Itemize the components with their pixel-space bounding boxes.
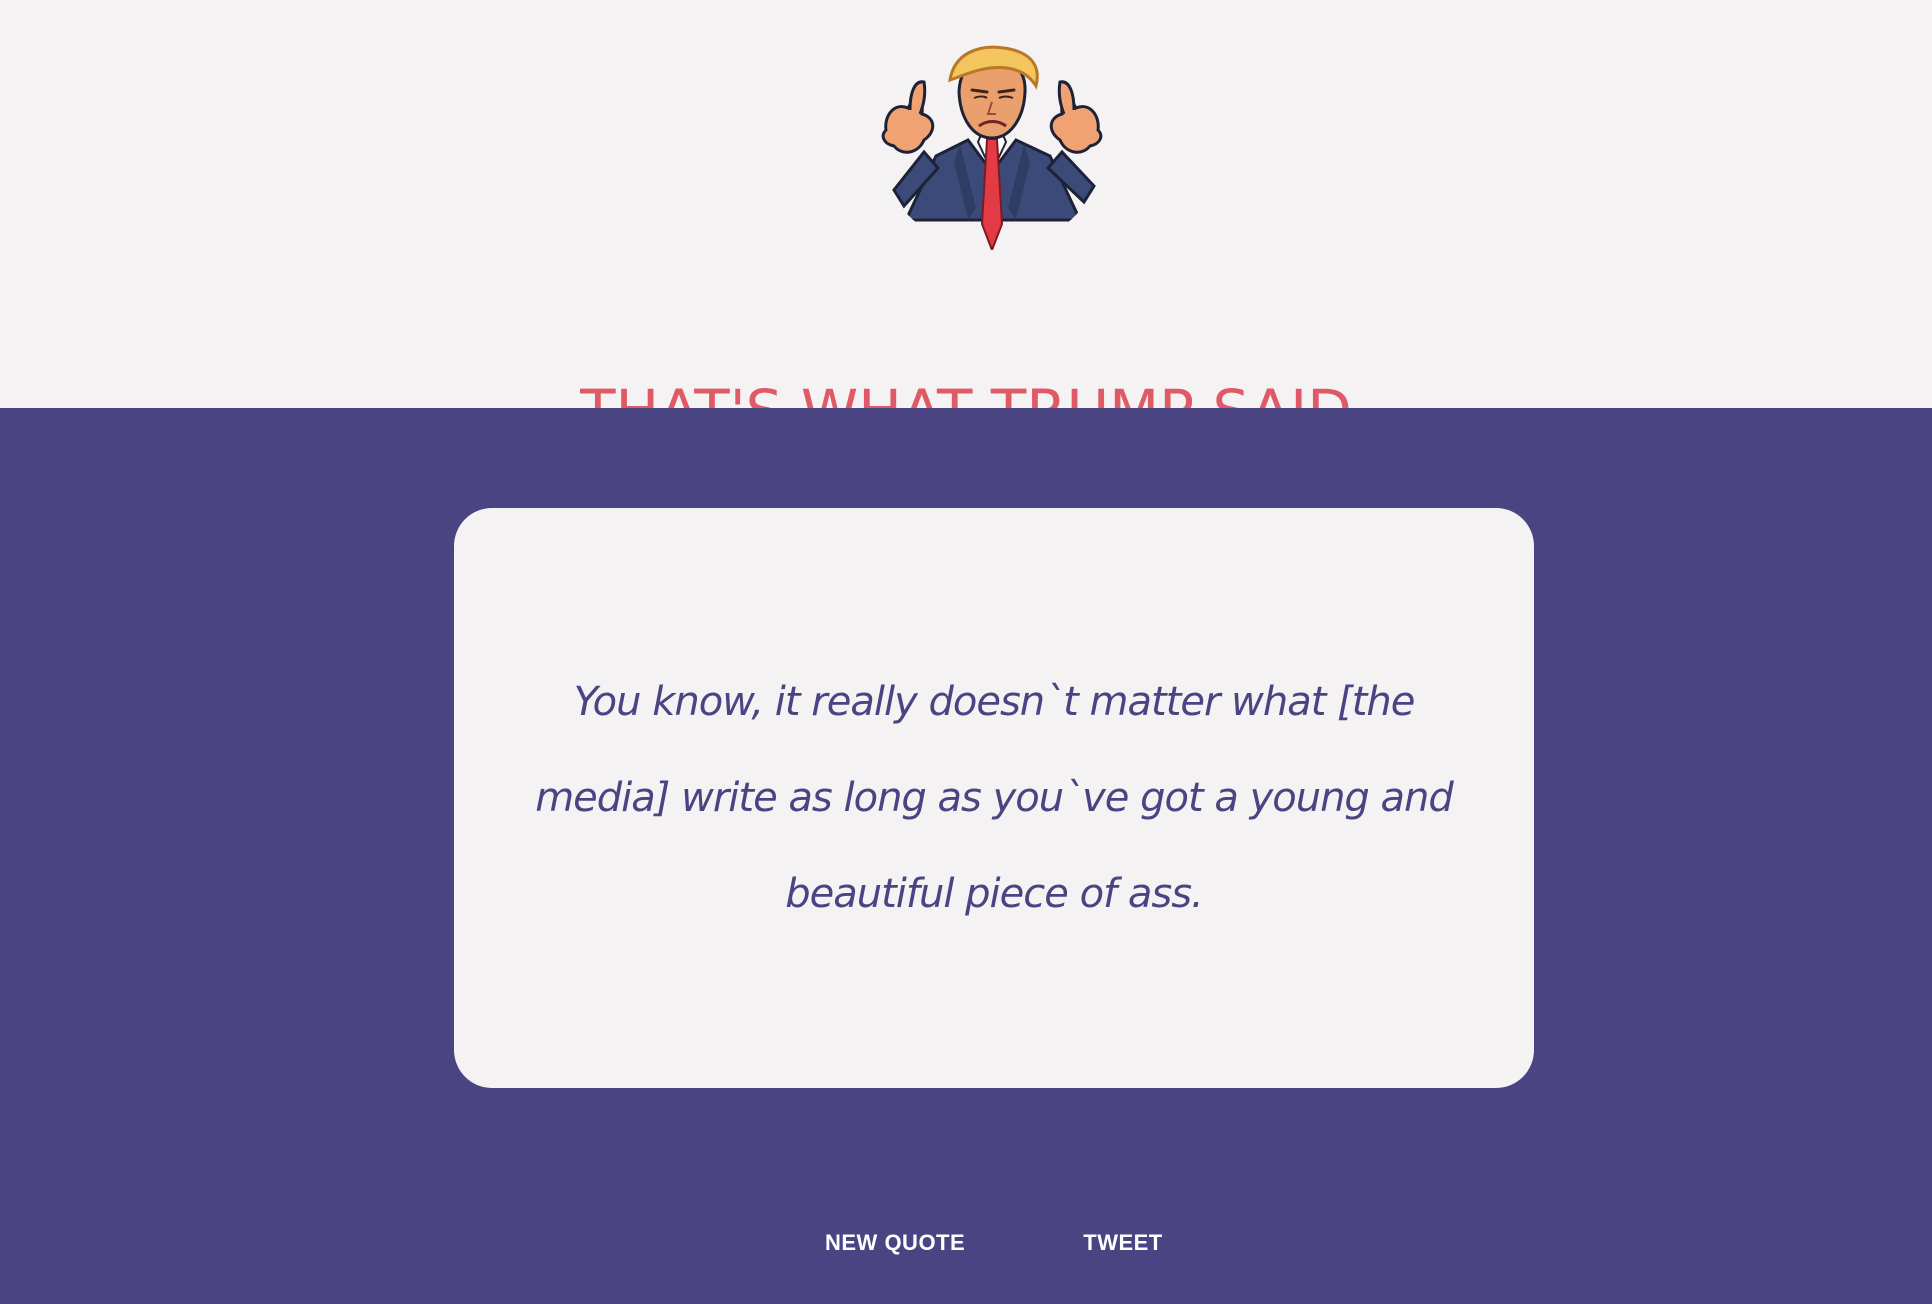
new-quote-button[interactable]: NEW QUOTE <box>825 1226 965 1260</box>
quote-card: You know, it really doesn`t matter what … <box>454 508 1534 1088</box>
trump-thumbs-up-avatar-icon <box>866 44 1118 250</box>
page-header: THAT'S WHAT TRUMP SAID <box>0 0 1932 445</box>
tweet-button[interactable]: TWEET <box>1083 1226 1163 1260</box>
page: THAT'S WHAT TRUMP SAID You know, it real… <box>0 0 1932 1304</box>
quote-actions: NEW QUOTE TWEET <box>0 1226 1932 1260</box>
quote-text: You know, it really doesn`t matter what … <box>535 679 1454 917</box>
